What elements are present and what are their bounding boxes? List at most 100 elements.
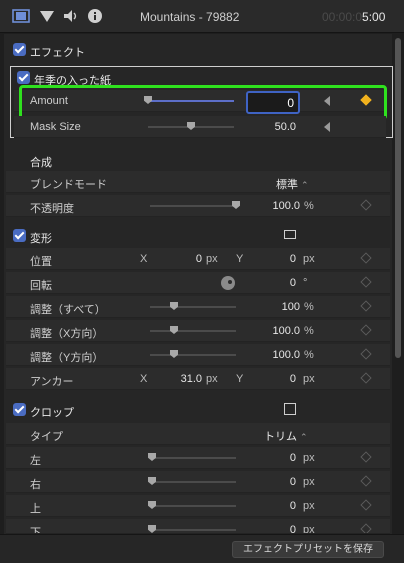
opacity-value[interactable]: 100.0	[240, 200, 300, 212]
scale-all-label: 調整（すべて）	[30, 304, 106, 316]
keyframe-diamond-icon[interactable]	[360, 451, 372, 463]
opacity-unit: %	[304, 200, 314, 212]
crop-top-slider-thumb[interactable]	[148, 501, 156, 509]
scale-x-row: 調整（X方向） 100.0 %	[6, 320, 390, 342]
keyframe-diamond-icon[interactable]	[360, 475, 372, 487]
keyframe-diamond-icon[interactable]	[360, 199, 372, 211]
keyframe-diamond-icon[interactable]	[360, 523, 372, 533]
amount-highlight	[19, 85, 387, 120]
section-compositing[interactable]: 合成	[4, 148, 392, 172]
clip-title: Mountains - 79882	[140, 10, 240, 24]
crop-right-value[interactable]: 0	[236, 476, 296, 488]
keyframe-diamond-icon[interactable]	[360, 324, 372, 336]
opacity-slider-thumb[interactable]	[232, 201, 240, 209]
timecode-bright: 5:00	[362, 10, 386, 24]
scale-y-slider-track[interactable]	[150, 354, 236, 356]
scale-all-slider-thumb[interactable]	[170, 302, 178, 310]
scale-x-slider-thumb[interactable]	[170, 326, 178, 334]
crop-top-value[interactable]: 0	[236, 500, 296, 512]
opacity-row: 不透明度 100.0 %	[6, 195, 390, 217]
scale-y-slider-thumb[interactable]	[170, 350, 178, 358]
crop-type-value: トリム	[264, 431, 297, 443]
inspector-footer: エフェクトプリセットを保存	[0, 534, 404, 563]
crop-left-unit: px	[303, 452, 315, 464]
crop-top-unit: px	[303, 500, 315, 512]
crop-right-unit: px	[303, 476, 315, 488]
position-x-value[interactable]: 0	[142, 253, 202, 265]
scale-y-unit: %	[304, 349, 314, 361]
scale-x-slider-track[interactable]	[150, 330, 236, 332]
anchor-y-unit: px	[303, 373, 315, 385]
position-x-unit: px	[206, 253, 218, 265]
compositing-title: 合成	[30, 157, 52, 169]
crop-right-row: 右 0 px	[6, 471, 390, 493]
scale-y-label: 調整（Y方向）	[30, 352, 104, 364]
crop-right-slider-track[interactable]	[150, 481, 236, 483]
crop-top-row: 上 0 px	[6, 495, 390, 517]
film-icon[interactable]	[12, 8, 30, 24]
anchor-x-value[interactable]: 31.0	[142, 373, 202, 385]
timecode: 00:00:05:00	[322, 10, 385, 24]
crop-type-popup[interactable]: トリム ⌃	[264, 428, 308, 444]
opacity-label: 不透明度	[30, 203, 74, 215]
aged-paper-checkbox[interactable]	[17, 71, 30, 84]
scale-all-unit: %	[304, 301, 314, 313]
position-y-value[interactable]: 0	[236, 253, 296, 265]
crop-bottom-slider-track[interactable]	[150, 529, 236, 531]
crop-right-slider-thumb[interactable]	[148, 477, 156, 485]
scale-all-value[interactable]: 100	[240, 301, 300, 313]
effects-checkbox[interactable]	[13, 43, 26, 56]
transform-checkbox[interactable]	[13, 229, 26, 242]
scale-y-value[interactable]: 100.0	[240, 349, 300, 361]
section-crop[interactable]: クロップ	[4, 398, 392, 422]
anchor-x-unit: px	[206, 373, 218, 385]
anchor-y-value[interactable]: 0	[236, 373, 296, 385]
mask-size-value[interactable]: 50.0	[236, 121, 296, 133]
scale-x-value[interactable]: 100.0	[240, 325, 300, 337]
crop-left-slider-track[interactable]	[150, 457, 236, 459]
crop-bottom-value[interactable]: 0	[236, 524, 296, 533]
blend-mode-label: ブレンドモード	[30, 179, 107, 191]
scale-all-row: 調整（すべて） 100 %	[6, 296, 390, 318]
timecode-dim: 00:00:0	[322, 10, 363, 24]
chevron-updown-icon: ⌃	[301, 180, 309, 190]
crop-bottom-slider-thumb[interactable]	[148, 525, 156, 533]
blend-mode-popup[interactable]: 標準 ⌃	[276, 176, 309, 192]
keyframe-diamond-icon[interactable]	[360, 300, 372, 312]
crop-type-label: タイプ	[30, 431, 63, 443]
scale-all-slider-track[interactable]	[150, 306, 236, 308]
scale-x-unit: %	[304, 325, 314, 337]
crop-left-slider-thumb[interactable]	[148, 453, 156, 461]
section-effects[interactable]: エフェクト	[4, 38, 392, 62]
speaker-icon[interactable]	[62, 8, 80, 24]
chevron-updown-icon: ⌃	[300, 432, 308, 442]
keyframe-arrow-icon[interactable]	[324, 122, 330, 132]
crop-left-row: 左 0 px	[6, 447, 390, 469]
save-effect-preset-button[interactable]: エフェクトプリセットを保存	[232, 541, 384, 558]
position-y-unit: px	[303, 253, 315, 265]
opacity-slider-track[interactable]	[150, 205, 236, 207]
crop-top-label: 上	[30, 503, 41, 515]
crop-left-value[interactable]: 0	[236, 452, 296, 464]
crop-onscreen-icon[interactable]	[284, 403, 296, 415]
crop-checkbox[interactable]	[13, 403, 26, 416]
rotation-value[interactable]: 0	[236, 277, 296, 289]
keyframe-diamond-icon[interactable]	[360, 348, 372, 360]
rotation-dial-icon[interactable]	[220, 275, 236, 291]
keyframe-diamond-icon[interactable]	[360, 499, 372, 511]
effects-title: エフェクト	[30, 47, 85, 59]
info-icon[interactable]	[86, 8, 104, 24]
keyframe-diamond-icon[interactable]	[360, 252, 372, 264]
crop-bottom-unit: px	[303, 524, 315, 534]
position-label: 位置	[30, 256, 52, 268]
keyframe-diamond-icon[interactable]	[360, 372, 372, 384]
transform-onscreen-icon[interactable]	[284, 230, 296, 239]
scale-x-label: 調整（X方向）	[30, 328, 104, 340]
mask-size-slider-thumb[interactable]	[187, 122, 195, 130]
crop-bottom-row: 下 0 px	[6, 519, 390, 534]
filter-icon[interactable]	[38, 8, 56, 24]
section-transform[interactable]: 変形	[4, 224, 392, 248]
crop-top-slider-track[interactable]	[150, 505, 236, 507]
keyframe-diamond-icon[interactable]	[360, 276, 372, 288]
transform-title: 変形	[30, 233, 52, 245]
